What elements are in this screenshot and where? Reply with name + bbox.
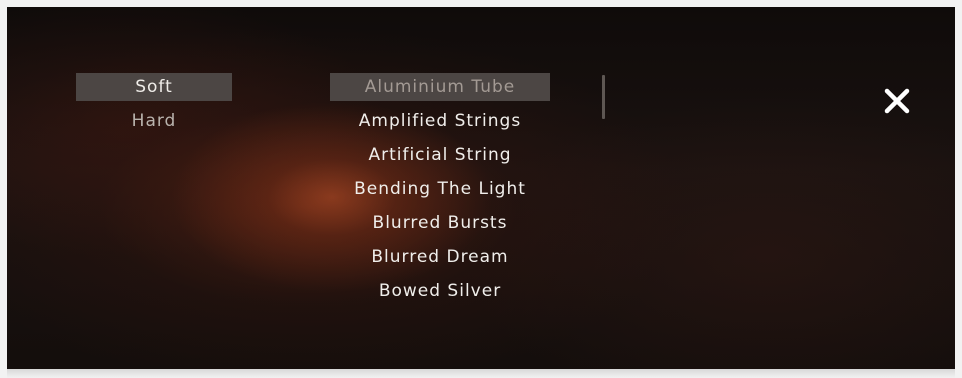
category-item-soft[interactable]: Soft: [76, 73, 232, 101]
preset-list: Aluminium Tube Amplified Strings Artific…: [330, 73, 550, 311]
preset-item[interactable]: Blurred Dream: [330, 243, 550, 271]
preset-item[interactable]: Artificial String: [330, 141, 550, 169]
close-button[interactable]: [879, 83, 915, 119]
preset-item[interactable]: Aluminium Tube: [330, 73, 550, 101]
preset-item[interactable]: Bowed Silver: [330, 277, 550, 305]
category-item-hard[interactable]: Hard: [76, 107, 232, 135]
preset-item[interactable]: Blurred Bursts: [330, 209, 550, 237]
close-icon: [884, 88, 910, 114]
preset-list-scrollbar[interactable]: [602, 75, 605, 119]
category-list: Soft Hard: [76, 73, 232, 141]
preset-item[interactable]: Bending The Light: [330, 175, 550, 203]
preset-browser-panel: Soft Hard Aluminium Tube Amplified Strin…: [7, 7, 955, 369]
window-bottom-edge: [7, 369, 955, 378]
preset-item[interactable]: Amplified Strings: [330, 107, 550, 135]
